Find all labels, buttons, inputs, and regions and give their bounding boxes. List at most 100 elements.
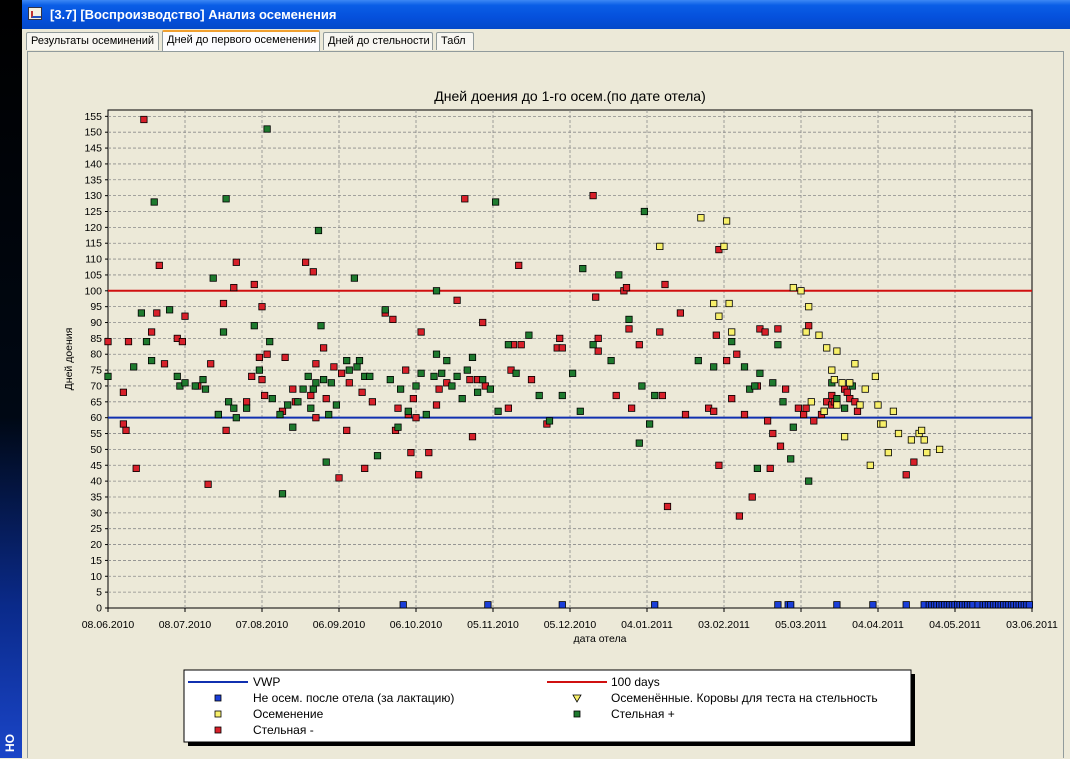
- pregnant-plus-point: [779, 398, 787, 406]
- tab-insemination-results[interactable]: Результаты осеминений: [26, 32, 159, 50]
- y-tick-label: 115: [85, 238, 102, 250]
- x-tick-label: 05.03.2011: [775, 619, 827, 631]
- pregnant-minus-point: [260, 391, 269, 400]
- pregnant-minus-point: [258, 303, 266, 311]
- y-tick-label: 65: [90, 396, 102, 408]
- pregnant-minus-point: [594, 347, 602, 355]
- pregnant-plus-point: [325, 410, 333, 419]
- y-tick-label: 75: [90, 365, 102, 377]
- pregnant-plus-point: [463, 366, 471, 374]
- pregnant-plus-point: [486, 385, 495, 393]
- y-tick-label: 50: [90, 444, 102, 456]
- pregnant-minus-point: [309, 268, 317, 276]
- pregnant-plus-point: [432, 350, 441, 358]
- y-tick-label: 90: [90, 317, 102, 329]
- x-tick-label: 05.11.2010: [467, 619, 519, 631]
- x-tick-label: 08.06.2010: [82, 619, 135, 631]
- pregnant-plus-point: [412, 382, 420, 390]
- insemination-point: [894, 429, 903, 438]
- insemination-point: [697, 214, 705, 222]
- pregnant-minus-point: [322, 394, 330, 403]
- pregnant-plus-point: [191, 382, 199, 390]
- pregnant-plus-point: [504, 341, 513, 349]
- pregnant-minus-point: [761, 328, 769, 336]
- pregnant-plus-point: [751, 382, 759, 390]
- pregnant-minus-point: [263, 350, 271, 358]
- pregnant-minus-point: [748, 493, 756, 501]
- y-tick-label: 130: [84, 190, 102, 202]
- insemination-point: [820, 407, 828, 415]
- pregnant-plus-point: [309, 385, 317, 393]
- pregnant-plus-point: [219, 328, 228, 336]
- pregnant-minus-point: [124, 337, 133, 346]
- insemination-point: [823, 344, 831, 352]
- pregnant-plus-point: [343, 356, 351, 365]
- pregnant-plus-point: [312, 379, 320, 387]
- pregnant-minus-point: [414, 471, 423, 479]
- chart-panel: 0 5 10 15 20 25 30 35 40 45 50 55 60 65 70 75 80 85 90 95 10…: [27, 51, 1064, 758]
- y-tick-label: 95: [90, 301, 102, 313]
- pregnant-plus-point: [232, 414, 240, 422]
- pregnant-plus-point: [148, 356, 156, 365]
- window-titlebar[interactable]: [3.7] [Воспроизводство] Анализ осеменени…: [22, 0, 1070, 29]
- pregnant-plus-point: [576, 407, 584, 415]
- y-tick-label: 145: [84, 143, 102, 155]
- y-tick-label: 110: [85, 254, 102, 266]
- pregnant-plus-point: [322, 458, 330, 466]
- pregnant-plus-point: [789, 423, 797, 431]
- pregnant-minus-point: [281, 353, 289, 362]
- pregnant-minus-point: [764, 417, 772, 425]
- pregnant-plus-point: [396, 385, 405, 393]
- pregnant-minus-point: [242, 398, 251, 406]
- insemination-point: [828, 366, 836, 374]
- tab-days-to-first-insemination[interactable]: Дней до первого осеменения: [162, 30, 320, 51]
- pregnant-minus-point: [515, 261, 523, 269]
- pregnant-minus-point: [556, 334, 564, 343]
- pregnant-plus-point: [355, 356, 364, 365]
- pregnant-plus-point: [558, 391, 566, 400]
- pregnant-plus-point: [104, 372, 112, 381]
- pregnant-plus-point: [294, 398, 302, 406]
- pregnant-plus-point: [214, 410, 222, 419]
- pregnant-plus-point: [327, 379, 335, 387]
- insemination-point: [936, 445, 944, 454]
- legend-label: Осеменение: [253, 707, 324, 721]
- pregnant-minus-point: [232, 258, 240, 266]
- pregnant-minus-point: [628, 404, 636, 412]
- insemination-point: [871, 372, 880, 381]
- pregnant-minus-point: [307, 391, 315, 400]
- insemination-point: [728, 328, 736, 336]
- pregnant-plus-point: [468, 353, 477, 362]
- pregnant-minus-point: [230, 283, 238, 292]
- pregnant-minus-point: [715, 461, 723, 469]
- x-tick-label: 04.04.2011: [852, 619, 904, 631]
- pregnant-minus-point: [361, 464, 369, 473]
- y-tick-label: 140: [84, 158, 102, 170]
- x-axis-label: дата отела: [574, 633, 627, 645]
- y-tick-label: 155: [84, 111, 102, 123]
- pregnant-plus-point: [278, 490, 287, 498]
- plot-area: [107, 109, 1033, 609]
- left-strip-text: НО: [3, 734, 17, 752]
- pregnant-minus-point: [153, 309, 161, 317]
- y-tick-label: 15: [90, 555, 102, 567]
- insemination-point: [918, 426, 926, 435]
- y-tick-label: 135: [84, 174, 102, 186]
- tab-bar: Результаты осеминений Дней до первого ос…: [22, 29, 1070, 51]
- y-axis-label: Дней доения: [63, 328, 75, 391]
- pregnant-minus-point: [140, 115, 148, 124]
- pregnant-minus-point: [782, 385, 790, 393]
- pregnant-minus-point: [343, 426, 351, 435]
- y-tick-label: 80: [90, 349, 102, 361]
- legend-label: Стельная +: [611, 707, 675, 721]
- tab-table[interactable]: Табл: [436, 32, 474, 50]
- insemination-point: [920, 436, 928, 444]
- pregnant-minus-point: [676, 309, 685, 317]
- insemination-point: [866, 461, 874, 469]
- tab-days-to-pregnancy[interactable]: Дней до стельности: [323, 32, 433, 50]
- insemination-point: [710, 299, 718, 308]
- pregnant-plus-point: [545, 417, 554, 425]
- pregnant-plus-point: [512, 369, 520, 377]
- pregnant-plus-point: [181, 379, 189, 387]
- insemination-point: [846, 379, 854, 387]
